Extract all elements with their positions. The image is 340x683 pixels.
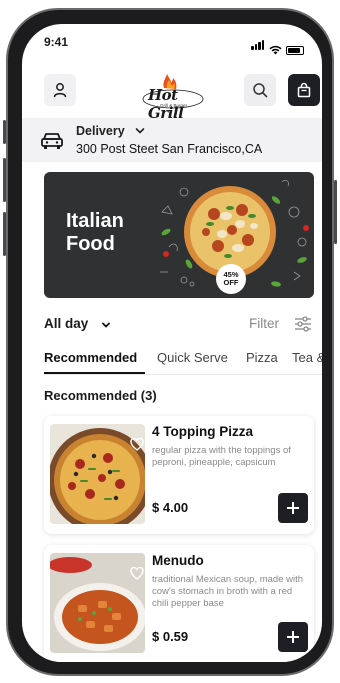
plus-icon (287, 631, 299, 643)
discount-badge: 45% OFF (216, 264, 246, 294)
user-icon (53, 83, 67, 98)
heart-icon[interactable] (130, 567, 144, 580)
tab-pizza[interactable]: Pizza (246, 350, 278, 365)
signal-icon (251, 37, 265, 55)
promo-banner[interactable]: Italian Food 45% OFF (44, 172, 314, 298)
discount-label: OFF (223, 278, 239, 287)
product-card[interactable]: 4 Topping Pizza regular pizza with the t… (44, 416, 314, 534)
product-image (50, 424, 145, 524)
profile-button[interactable] (44, 74, 76, 106)
delivery-address: 300 Post Steet San Francisco,CA (76, 142, 263, 156)
tab-quick-serve[interactable]: Quick Serve (157, 350, 228, 365)
banner-title: Italian Food (66, 210, 124, 255)
app-header: Hot Grill Grill & Burger (22, 58, 322, 122)
delivery-selector[interactable]: Delivery 300 Post Steet San Francisco,CA (22, 118, 322, 162)
time-selector[interactable]: All day (44, 316, 88, 331)
cart-button[interactable] (288, 74, 320, 106)
phone-frame: 9:41 Hot Grill Grill & Burger Delivery 3… (3, 8, 337, 676)
add-to-cart-button[interactable] (278, 622, 308, 652)
product-description: regular pizza with the toppings of pepro… (152, 445, 291, 468)
car-icon (41, 133, 63, 149)
tab-tea[interactable]: Tea & (292, 350, 322, 365)
chevron-down-icon[interactable] (134, 125, 146, 137)
volume-up-button (3, 158, 6, 202)
power-button (334, 180, 337, 244)
product-name: Menudo (152, 553, 204, 568)
add-to-cart-button[interactable] (278, 493, 308, 523)
product-card[interactable]: Menudo traditional Mexican soup, made wi… (44, 545, 314, 662)
search-button[interactable] (244, 74, 276, 106)
product-price: $ 0.59 (152, 629, 189, 644)
category-tabs: Recommended Quick Serve Pizza Tea & (44, 350, 322, 376)
app-screen: 9:41 Hot Grill Grill & Burger Delivery 3… (22, 24, 322, 662)
mute-switch (3, 120, 6, 144)
product-name: 4 Topping Pizza (152, 424, 253, 439)
tab-recommended[interactable]: Recommended (44, 350, 137, 365)
search-icon (253, 83, 268, 98)
battery-icon (286, 46, 304, 55)
heart-icon[interactable] (130, 438, 144, 451)
brand-logo: Hot Grill Grill & Burger (140, 72, 210, 122)
logo-subtext: Grill & Burger (160, 103, 188, 108)
volume-down-button (3, 212, 6, 256)
product-image (50, 553, 145, 653)
chevron-down-icon[interactable] (100, 319, 112, 331)
product-price: $ 4.00 (152, 500, 189, 515)
filter-sliders-icon[interactable] (294, 315, 312, 333)
tab-divider (44, 374, 322, 375)
product-description: traditional Mexican soup, made with cow'… (152, 574, 304, 609)
delivery-mode-label: Delivery (76, 124, 125, 138)
active-tab-indicator (44, 372, 145, 374)
filter-row: All day Filter (44, 314, 314, 334)
status-icons (251, 37, 304, 55)
section-title: Recommended (3) (44, 388, 157, 403)
status-time: 9:41 (44, 35, 69, 49)
status-bar: 9:41 (22, 24, 322, 58)
filter-button-label[interactable]: Filter (249, 316, 279, 331)
shopping-bag-icon (297, 82, 311, 98)
plus-icon (287, 502, 299, 514)
wifi-icon (269, 45, 282, 55)
